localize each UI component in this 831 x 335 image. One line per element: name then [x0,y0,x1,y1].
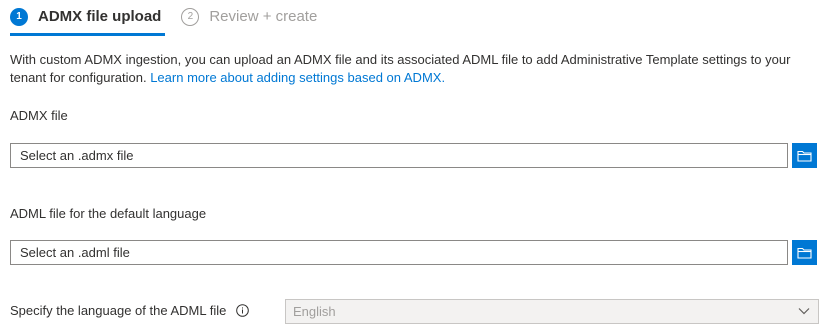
language-dropdown[interactable]: English [285,299,819,324]
chevron-down-icon [798,308,810,315]
step-number-badge: 2 [181,7,200,26]
language-label-group: Specify the language of the ADML file [10,303,250,318]
admx-file-input[interactable]: Select an .admx file [10,143,788,168]
adml-file-input[interactable]: Select an .adml file [10,240,788,265]
step-admx-file-upload[interactable]: 1 ADMX file upload [10,0,166,36]
description: With custom ADMX ingestion, you can uplo… [10,51,825,87]
wizard-steps: 1 ADMX file upload 2 Review + create [10,0,317,36]
info-icon[interactable] [236,304,250,317]
adml-file-label: ADML file for the default language [10,206,207,221]
step-label: ADMX file upload [38,8,162,25]
language-label: Specify the language of the ADML file [10,303,227,318]
step-number-badge: 1 [10,7,28,26]
folder-icon [797,150,812,162]
admx-browse-button[interactable] [792,143,817,168]
step-label: Review + create [209,8,318,25]
language-selected-value: English [293,304,336,319]
language-row: Specify the language of the ADML file En… [10,299,819,324]
admx-file-label: ADMX file [10,108,68,123]
learn-more-link[interactable]: Learn more about adding settings based o… [150,70,445,85]
admx-file-row: Select an .admx file [10,143,817,168]
adml-browse-button[interactable] [792,240,817,265]
folder-icon [797,247,812,259]
adml-file-row: Select an .adml file [10,240,817,265]
admx-upload-page: 1 ADMX file upload 2 Review + create Wit… [0,0,831,335]
step-review-create[interactable]: 2 Review + create [181,0,317,33]
